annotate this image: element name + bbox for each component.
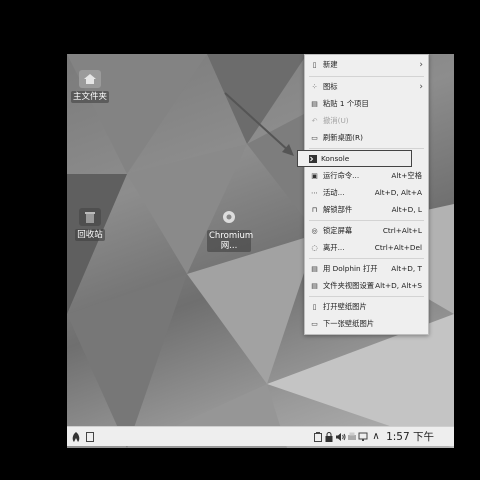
menu-separator (309, 220, 424, 221)
menu-item-leave[interactable]: ◌ 离开... Ctrl+Alt+Del (307, 240, 426, 255)
trash-icon (79, 208, 101, 226)
activities-icon: ⋯ (311, 188, 318, 197)
pointer-arrow (224, 92, 294, 156)
clipboard-icon[interactable] (312, 431, 323, 442)
menu-separator (309, 258, 424, 259)
desktop-icon-home[interactable]: 主文件夹 (67, 70, 113, 103)
folder-settings-icon: ▤ (311, 281, 318, 290)
menu-item-konsole[interactable]: Konsole (297, 150, 412, 167)
undo-icon: ↶ (311, 116, 318, 125)
menu-separator (309, 76, 424, 77)
menu-item-folder-view-settings[interactable]: ▤ 文件夹视图设置 Alt+D, Alt+S (307, 278, 426, 293)
menu-item-undo[interactable]: ↶ 撤消(U) (307, 113, 426, 128)
vault-lock-icon[interactable] (323, 431, 334, 442)
menu-separator (309, 296, 424, 297)
leave-icon: ◌ (311, 243, 318, 252)
lock-screen-icon: ◎ (311, 226, 318, 235)
app-launcher-icon[interactable] (70, 431, 82, 443)
menu-item-unlock-widgets[interactable]: ⊓ 解锁部件 Alt+D, L (307, 202, 426, 217)
chevron-right-icon: › (419, 81, 423, 92)
tray-expand-icon[interactable]: ∧ (370, 431, 382, 442)
menu-item-icons[interactable]: ⁘ 图标 › (307, 79, 426, 94)
desktop-icon-label: 回收站 (75, 229, 105, 241)
desktop-icon-label: 主文件夹 (70, 91, 109, 103)
desktop-icon-trash[interactable]: 回收站 (67, 208, 113, 241)
digital-clock[interactable]: 1:57 下午 (386, 429, 434, 444)
menu-item-refresh[interactable]: ▭ 刷新桌面(R) (307, 130, 426, 145)
menu-item-activities[interactable]: ⋯ 活动... Alt+D, Alt+A (307, 185, 426, 200)
desktop-icon-chromium[interactable]: Chromium 网... (207, 209, 254, 252)
chromium-icon (218, 209, 240, 227)
new-file-icon: ▯ (312, 60, 317, 69)
menu-item-open-dolphin[interactable]: ▤ 用 Dolphin 打开 Alt+D, T (307, 261, 426, 276)
menu-item-new[interactable]: ▯ 新建 › (307, 57, 426, 72)
menu-item-open-wallpaper[interactable]: ▯ 打开壁纸图片 (307, 299, 426, 314)
home-folder-icon (79, 70, 101, 88)
unlock-icon: ⊓ (311, 205, 318, 214)
volume-icon[interactable] (334, 432, 346, 442)
printer-icon[interactable] (346, 432, 357, 442)
desktop-context-menu: ▯ 新建 › ⁘ 图标 › ▤ 粘贴 1 个项目 ↶ 撤消(U) ▭ 刷新桌面(… (297, 54, 429, 335)
taskbar: ∧ 1:57 下午 (67, 426, 454, 446)
menu-item-paste[interactable]: ▤ 粘贴 1 个项目 (307, 96, 426, 111)
refresh-icon: ▭ (311, 133, 318, 142)
menu-separator (309, 148, 424, 149)
run-command-icon: ▣ (311, 171, 318, 180)
chevron-right-icon: › (419, 59, 423, 70)
open-wallpaper-icon: ▯ (312, 302, 317, 311)
show-desktop-icon[interactable] (85, 431, 95, 442)
paste-icon: ▤ (311, 99, 318, 108)
menu-item-run-command[interactable]: ▣ 运行命令... Alt+空格 (307, 168, 426, 183)
menu-item-next-wallpaper[interactable]: ▭ 下一张壁纸图片 (307, 316, 426, 331)
dolphin-icon: ▤ (311, 264, 318, 273)
network-icon[interactable] (357, 432, 368, 442)
terminal-icon (308, 154, 317, 163)
icons-grid-icon: ⁘ (311, 82, 318, 91)
next-wallpaper-icon: ▭ (311, 319, 318, 328)
desktop-icon-label: Chromium 网... (207, 230, 254, 252)
menu-item-lock-screen[interactable]: ◎ 锁定屏幕 Ctrl+Alt+L (307, 223, 426, 238)
